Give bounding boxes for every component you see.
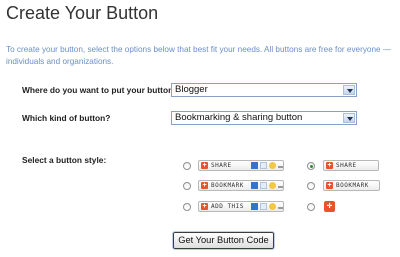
style-option-plus-only[interactable]: + <box>324 201 335 212</box>
style-option-label: SHARE <box>211 162 232 169</box>
style-option-label: SHARE <box>336 162 357 169</box>
digg-icon <box>260 162 267 169</box>
style-radio-share-large[interactable] <box>307 162 315 170</box>
style-radio-addthis-compact[interactable] <box>183 203 191 211</box>
style-option-addthis-compact[interactable]: + ADD THIS <box>198 201 284 212</box>
addthis-plus-icon: + <box>201 162 208 169</box>
more-dots-icon <box>278 166 283 168</box>
intro-text: To create your button, select the option… <box>6 45 392 66</box>
chevron-down-icon <box>343 113 355 123</box>
addthis-plus-icon: + <box>326 182 333 189</box>
page-title: Create Your Button <box>6 3 159 23</box>
style-option-label: BOOKMARK <box>336 182 369 189</box>
addthis-plus-icon: + <box>326 162 333 169</box>
placement-value: Blogger <box>175 84 208 95</box>
placement-select[interactable]: Blogger <box>171 83 357 97</box>
digg-icon <box>260 182 267 189</box>
get-button-code-button[interactable]: Get Your Button Code <box>172 231 275 250</box>
kind-label: Which kind of button? <box>22 113 111 123</box>
style-option-label: BOOKMARK <box>211 182 244 189</box>
kind-select[interactable]: Bookmarking & sharing button <box>171 111 357 125</box>
delicious-icon <box>251 162 258 169</box>
style-radio-plus-only[interactable] <box>307 203 315 211</box>
addthis-plus-icon: + <box>201 182 208 189</box>
kind-value: Bookmarking & sharing button <box>175 112 303 123</box>
style-label: Select a button style: <box>22 155 107 165</box>
more-dots-icon <box>278 207 283 209</box>
style-option-bookmark-compact[interactable]: + BOOKMARK <box>198 180 284 191</box>
delicious-icon <box>251 182 258 189</box>
more-dots-icon <box>278 186 283 188</box>
addthis-plus-icon: + <box>201 203 208 210</box>
digg-icon <box>260 203 267 210</box>
placement-label: Where do you want to put your button? <box>22 85 179 95</box>
style-option-share-compact[interactable]: + SHARE <box>198 160 284 171</box>
style-radio-bookmark-large[interactable] <box>307 182 315 190</box>
style-option-bookmark-large[interactable]: + BOOKMARK <box>323 180 380 191</box>
delicious-icon <box>251 203 258 210</box>
favorite-icon <box>269 162 276 169</box>
style-radio-bookmark-compact[interactable] <box>183 182 191 190</box>
style-radio-share-compact[interactable] <box>183 162 191 170</box>
style-option-label: ADD THIS <box>211 203 244 210</box>
favorite-icon <box>269 203 276 210</box>
chevron-down-icon <box>343 85 355 95</box>
favorite-icon <box>269 182 276 189</box>
style-option-share-large[interactable]: + SHARE <box>323 160 379 171</box>
